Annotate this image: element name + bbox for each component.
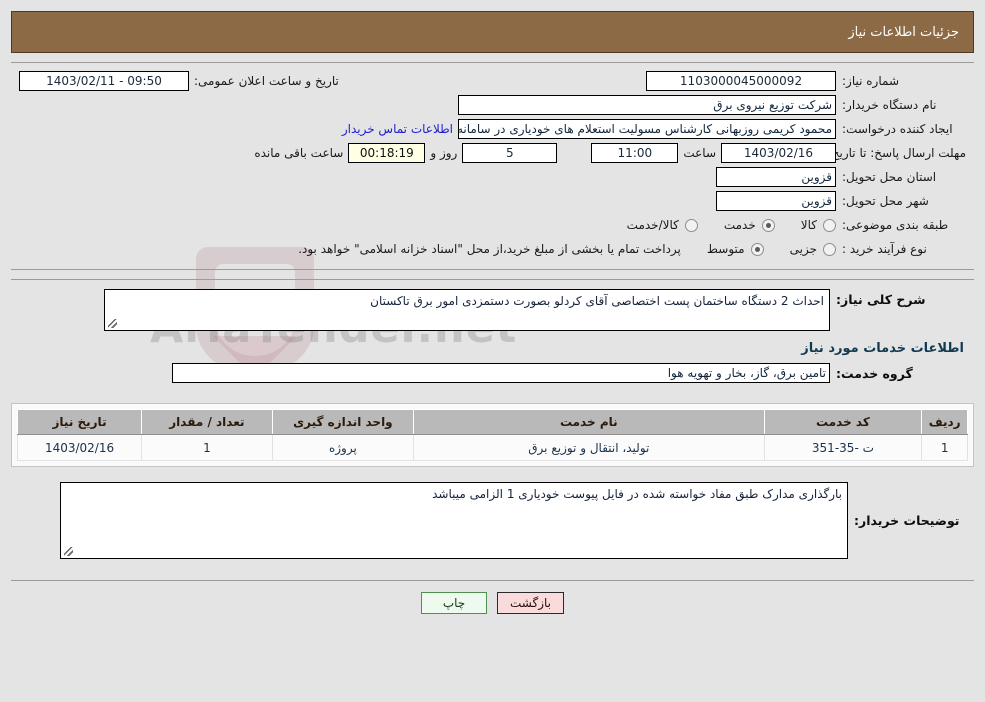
radio-icon[interactable] <box>750 242 764 256</box>
remaining-days-input[interactable]: 5 <box>462 143 558 163</box>
public-announce-input[interactable]: 1403/02/11 - 09:50 <box>19 71 189 91</box>
buyer-org-label: نام دستگاه خریدار: <box>842 98 937 112</box>
hour-label: ساعت <box>683 146 716 160</box>
category-radio-group: کالا خدمت کالا/خدمت <box>601 218 836 232</box>
row-province: استان محل تحویل: قزوین <box>11 166 974 188</box>
col-code: کد خدمت <box>763 409 923 435</box>
row-process: نوع فرآیند خرید : جزیی متوسط پرداخت تمام… <box>11 238 974 260</box>
buyer-notes-panel: توضیحات خریدار: بارگذاری مدارک طبق مفاد … <box>11 476 974 568</box>
need-info-panel: شماره نیاز: 1103000045000092 تاریخ و ساع… <box>11 62 974 270</box>
buyer-notes-textarea[interactable]: بارگذاری مدارک طبق مفاد خواسته شده در فا… <box>60 482 848 559</box>
col-quantity: تعداد / مقدار <box>141 409 273 435</box>
row-service-group: گروه خدمت: تامین برق، گاز، بخار و تهویه … <box>11 362 974 384</box>
deadline-label: مهلت ارسال پاسخ: تا تاریخ: <box>827 146 966 160</box>
description-textarea[interactable]: احداث 2 دستگاه ساختمان پست اختصاصی آقای … <box>104 289 830 331</box>
services-table: ردیف کد خدمت نام خدمت واحد اندازه گیری ت… <box>16 409 968 461</box>
category-option-label: خدمت <box>723 218 756 232</box>
col-index: ردیف <box>921 409 968 435</box>
buyer-org-input[interactable]: شرکت توزیع نیروی برق <box>458 95 836 115</box>
row-need-number: شماره نیاز: 1103000045000092 تاریخ و ساع… <box>11 70 974 92</box>
deadline-hour-input[interactable]: 11:00 <box>591 143 679 163</box>
process-label: نوع فرآیند خرید : <box>842 242 927 256</box>
province-input[interactable]: قزوین <box>716 167 836 187</box>
row-buyer-notes: توضیحات خریدار: بارگذاری مدارک طبق مفاد … <box>11 482 974 559</box>
buyer-contact-link[interactable]: اطلاعات تماس خریدار <box>337 122 458 136</box>
service-group-label: گروه خدمت: <box>836 365 913 381</box>
process-option-motavaset[interactable]: متوسط <box>707 242 764 256</box>
radio-icon[interactable] <box>684 218 698 232</box>
table-row: 1 ت -35-351 تولید، انتقال و توزیع برق پر… <box>16 434 968 461</box>
need-number-label: شماره نیاز: <box>842 74 899 88</box>
category-option-kala[interactable]: کالا <box>801 218 836 232</box>
col-date: تاریخ نیاز <box>16 409 143 435</box>
process-option-label: متوسط <box>706 242 745 256</box>
cell-quantity: 1 <box>141 434 273 461</box>
process-note: پرداخت تمام یا بخشی از مبلغ خرید،از محل … <box>298 242 681 256</box>
service-group-input[interactable]: تامین برق، گاز، بخار و تهویه هوا <box>172 363 830 383</box>
category-option-khedmat[interactable]: خدمت <box>724 218 775 232</box>
countdown-timer: 00:18:19 <box>348 143 426 163</box>
row-city: شهر محل تحویل: قزوین <box>11 190 974 212</box>
public-announce-label: تاریخ و ساعت اعلان عمومی: <box>194 74 339 88</box>
button-bar: بازگشت چاپ <box>11 580 974 614</box>
category-option-kala-khedmat[interactable]: کالا/خدمت <box>627 218 698 232</box>
print-button[interactable]: چاپ <box>421 592 487 614</box>
process-option-jozei[interactable]: جزیی <box>790 242 836 256</box>
services-section-title: اطلاعات خدمات مورد نیاز <box>801 341 964 356</box>
remaining-hours-label: ساعت باقی مانده <box>254 146 344 160</box>
row-deadline: مهلت ارسال پاسخ: تا تاریخ: 1403/02/16 سا… <box>11 142 974 164</box>
city-input[interactable]: قزوین <box>716 191 836 211</box>
category-option-label: کالا/خدمت <box>626 218 679 232</box>
category-option-label: کالا <box>800 218 817 232</box>
table-header-row: ردیف کد خدمت نام خدمت واحد اندازه گیری ت… <box>16 409 968 435</box>
province-label: استان محل تحویل: <box>842 170 937 184</box>
days-label: روز و <box>430 146 458 160</box>
radio-icon[interactable] <box>823 218 836 232</box>
back-button[interactable]: بازگشت <box>497 592 564 614</box>
city-label: شهر محل تحویل: <box>842 194 929 208</box>
radio-icon[interactable] <box>761 218 775 232</box>
creator-input[interactable]: محمود کریمی روزبهانی کارشناس مسولیت استع… <box>458 119 836 139</box>
description-panel: شرح کلی نیاز: احداث 2 دستگاه ساختمان پست… <box>11 279 974 393</box>
cell-date: 1403/02/16 <box>16 434 143 461</box>
col-name: نام خدمت <box>413 409 765 435</box>
cell-code: ت -35-351 <box>763 434 923 461</box>
col-unit: واحد اندازه گیری <box>271 409 415 435</box>
deadline-date-input[interactable]: 1403/02/16 <box>721 143 836 163</box>
page-title: جزئیات اطلاعات نیاز <box>848 24 959 40</box>
creator-label: ایجاد کننده درخواست: <box>842 122 953 136</box>
category-label: طبقه بندی موضوعی: <box>842 218 949 232</box>
services-table-container: ردیف کد خدمت نام خدمت واحد اندازه گیری ت… <box>11 403 974 467</box>
need-number-input[interactable]: 1103000045000092 <box>646 71 836 91</box>
description-label: شرح کلی نیاز: <box>836 292 926 307</box>
cell-index: 1 <box>921 434 968 461</box>
row-description: شرح کلی نیاز: احداث 2 دستگاه ساختمان پست… <box>11 289 974 331</box>
row-category: طبقه بندی موضوعی: کالا خدمت کالا/خدمت <box>11 214 974 236</box>
process-radio-group: جزیی متوسط <box>681 242 836 256</box>
buyer-notes-label: توضیحات خریدار: <box>854 513 960 528</box>
row-creator: ایجاد کننده درخواست: محمود کریمی روزبهان… <box>11 118 974 140</box>
row-buyer-org: نام دستگاه خریدار: شرکت توزیع نیروی برق <box>11 94 974 116</box>
process-option-label: جزیی <box>789 242 817 256</box>
cell-name: تولید، انتقال و توزیع برق <box>413 434 765 461</box>
radio-icon[interactable] <box>823 242 836 256</box>
cell-unit: پروژه <box>271 434 415 461</box>
page-header: جزئیات اطلاعات نیاز <box>11 11 974 53</box>
